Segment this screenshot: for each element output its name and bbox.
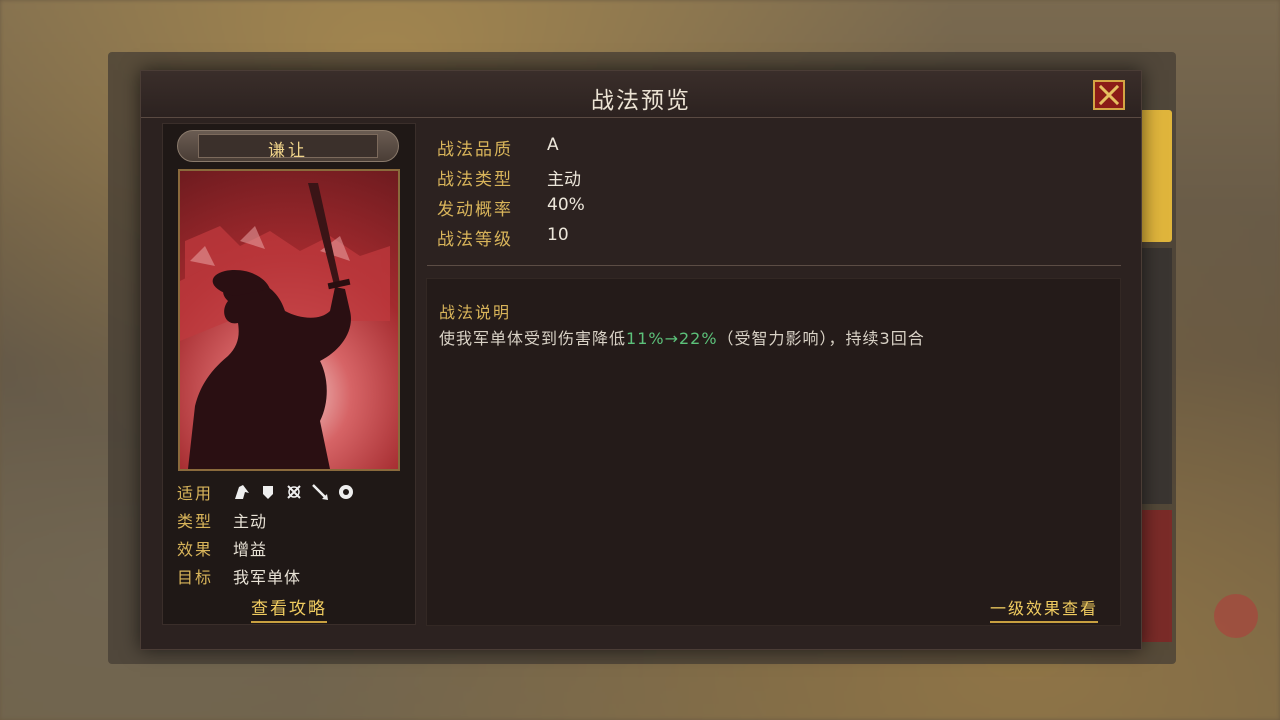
view-guide-link[interactable]: 查看攻略 bbox=[251, 599, 327, 623]
skill-name-plate: 谦让 bbox=[177, 130, 399, 162]
type-value: 主动 bbox=[233, 512, 268, 531]
view-guide-link-row: 查看攻略 bbox=[163, 594, 415, 623]
attr-level-value: 10 bbox=[547, 225, 569, 245]
target-value: 我军单体 bbox=[233, 568, 302, 587]
cavalry-icon bbox=[233, 483, 251, 501]
attr-quality-label: 战法品质 bbox=[437, 140, 513, 160]
attr-quality-value: A bbox=[547, 135, 559, 155]
attr-rate-label: 发动概率 bbox=[437, 200, 513, 220]
description-value-from: 11% bbox=[626, 329, 665, 348]
effect-value: 增益 bbox=[233, 540, 268, 559]
attr-level-label: 战法等级 bbox=[437, 230, 513, 250]
level-one-effect-link[interactable]: 一级效果查看 bbox=[989, 595, 1098, 623]
description-text: 使我军单体受到伤害降低11%→22%（受智力影响），持续3回合 bbox=[439, 325, 925, 349]
skill-card-panel: 谦让 适用 类型 主动 效果 增益 目标 我军单体 查看攻略 bbox=[162, 123, 416, 625]
attr-type-value: 主动 bbox=[547, 170, 581, 190]
divider bbox=[427, 265, 1121, 266]
shield-icon bbox=[259, 483, 277, 501]
description-arrow: → bbox=[664, 329, 679, 348]
spear-icon bbox=[311, 483, 329, 501]
close-button[interactable] bbox=[1093, 80, 1125, 110]
description-text-before: 使我军单体受到伤害降低 bbox=[439, 329, 627, 348]
description-title: 战法说明 bbox=[439, 303, 512, 322]
description-panel: 战法说明 使我军单体受到伤害降低11%→22%（受智力影响），持续3回合 一级效… bbox=[426, 278, 1121, 626]
attr-rate-value: 40% bbox=[547, 195, 585, 215]
dialog-title: 战法预览 bbox=[591, 88, 691, 114]
applicable-label: 适用 bbox=[177, 484, 214, 503]
description-text-after: （受智力影响），持续3回合 bbox=[717, 329, 925, 348]
title-bar: 战法预览 bbox=[141, 71, 1141, 118]
type-label: 类型 bbox=[177, 512, 214, 531]
skill-portrait bbox=[178, 169, 400, 471]
skill-name: 谦让 bbox=[268, 141, 308, 161]
siege-icon bbox=[337, 483, 355, 501]
skill-preview-dialog: 战法预览 谦让 适用 类型 主动 效果 增益 目标 我军单体 查看攻略 战法品质… bbox=[140, 70, 1142, 650]
close-icon bbox=[1098, 84, 1120, 106]
warrior-silhouette-icon bbox=[180, 183, 390, 469]
crossbow-icon bbox=[285, 483, 303, 501]
side-tab-red bbox=[1140, 510, 1172, 642]
side-tab-group bbox=[1140, 248, 1172, 504]
side-tab-active bbox=[1140, 110, 1172, 242]
attr-type-label: 战法类型 bbox=[437, 170, 513, 190]
effect-label: 效果 bbox=[177, 540, 214, 559]
target-label: 目标 bbox=[177, 568, 214, 587]
description-value-to: 22% bbox=[678, 329, 718, 348]
background-round-button bbox=[1214, 594, 1258, 638]
